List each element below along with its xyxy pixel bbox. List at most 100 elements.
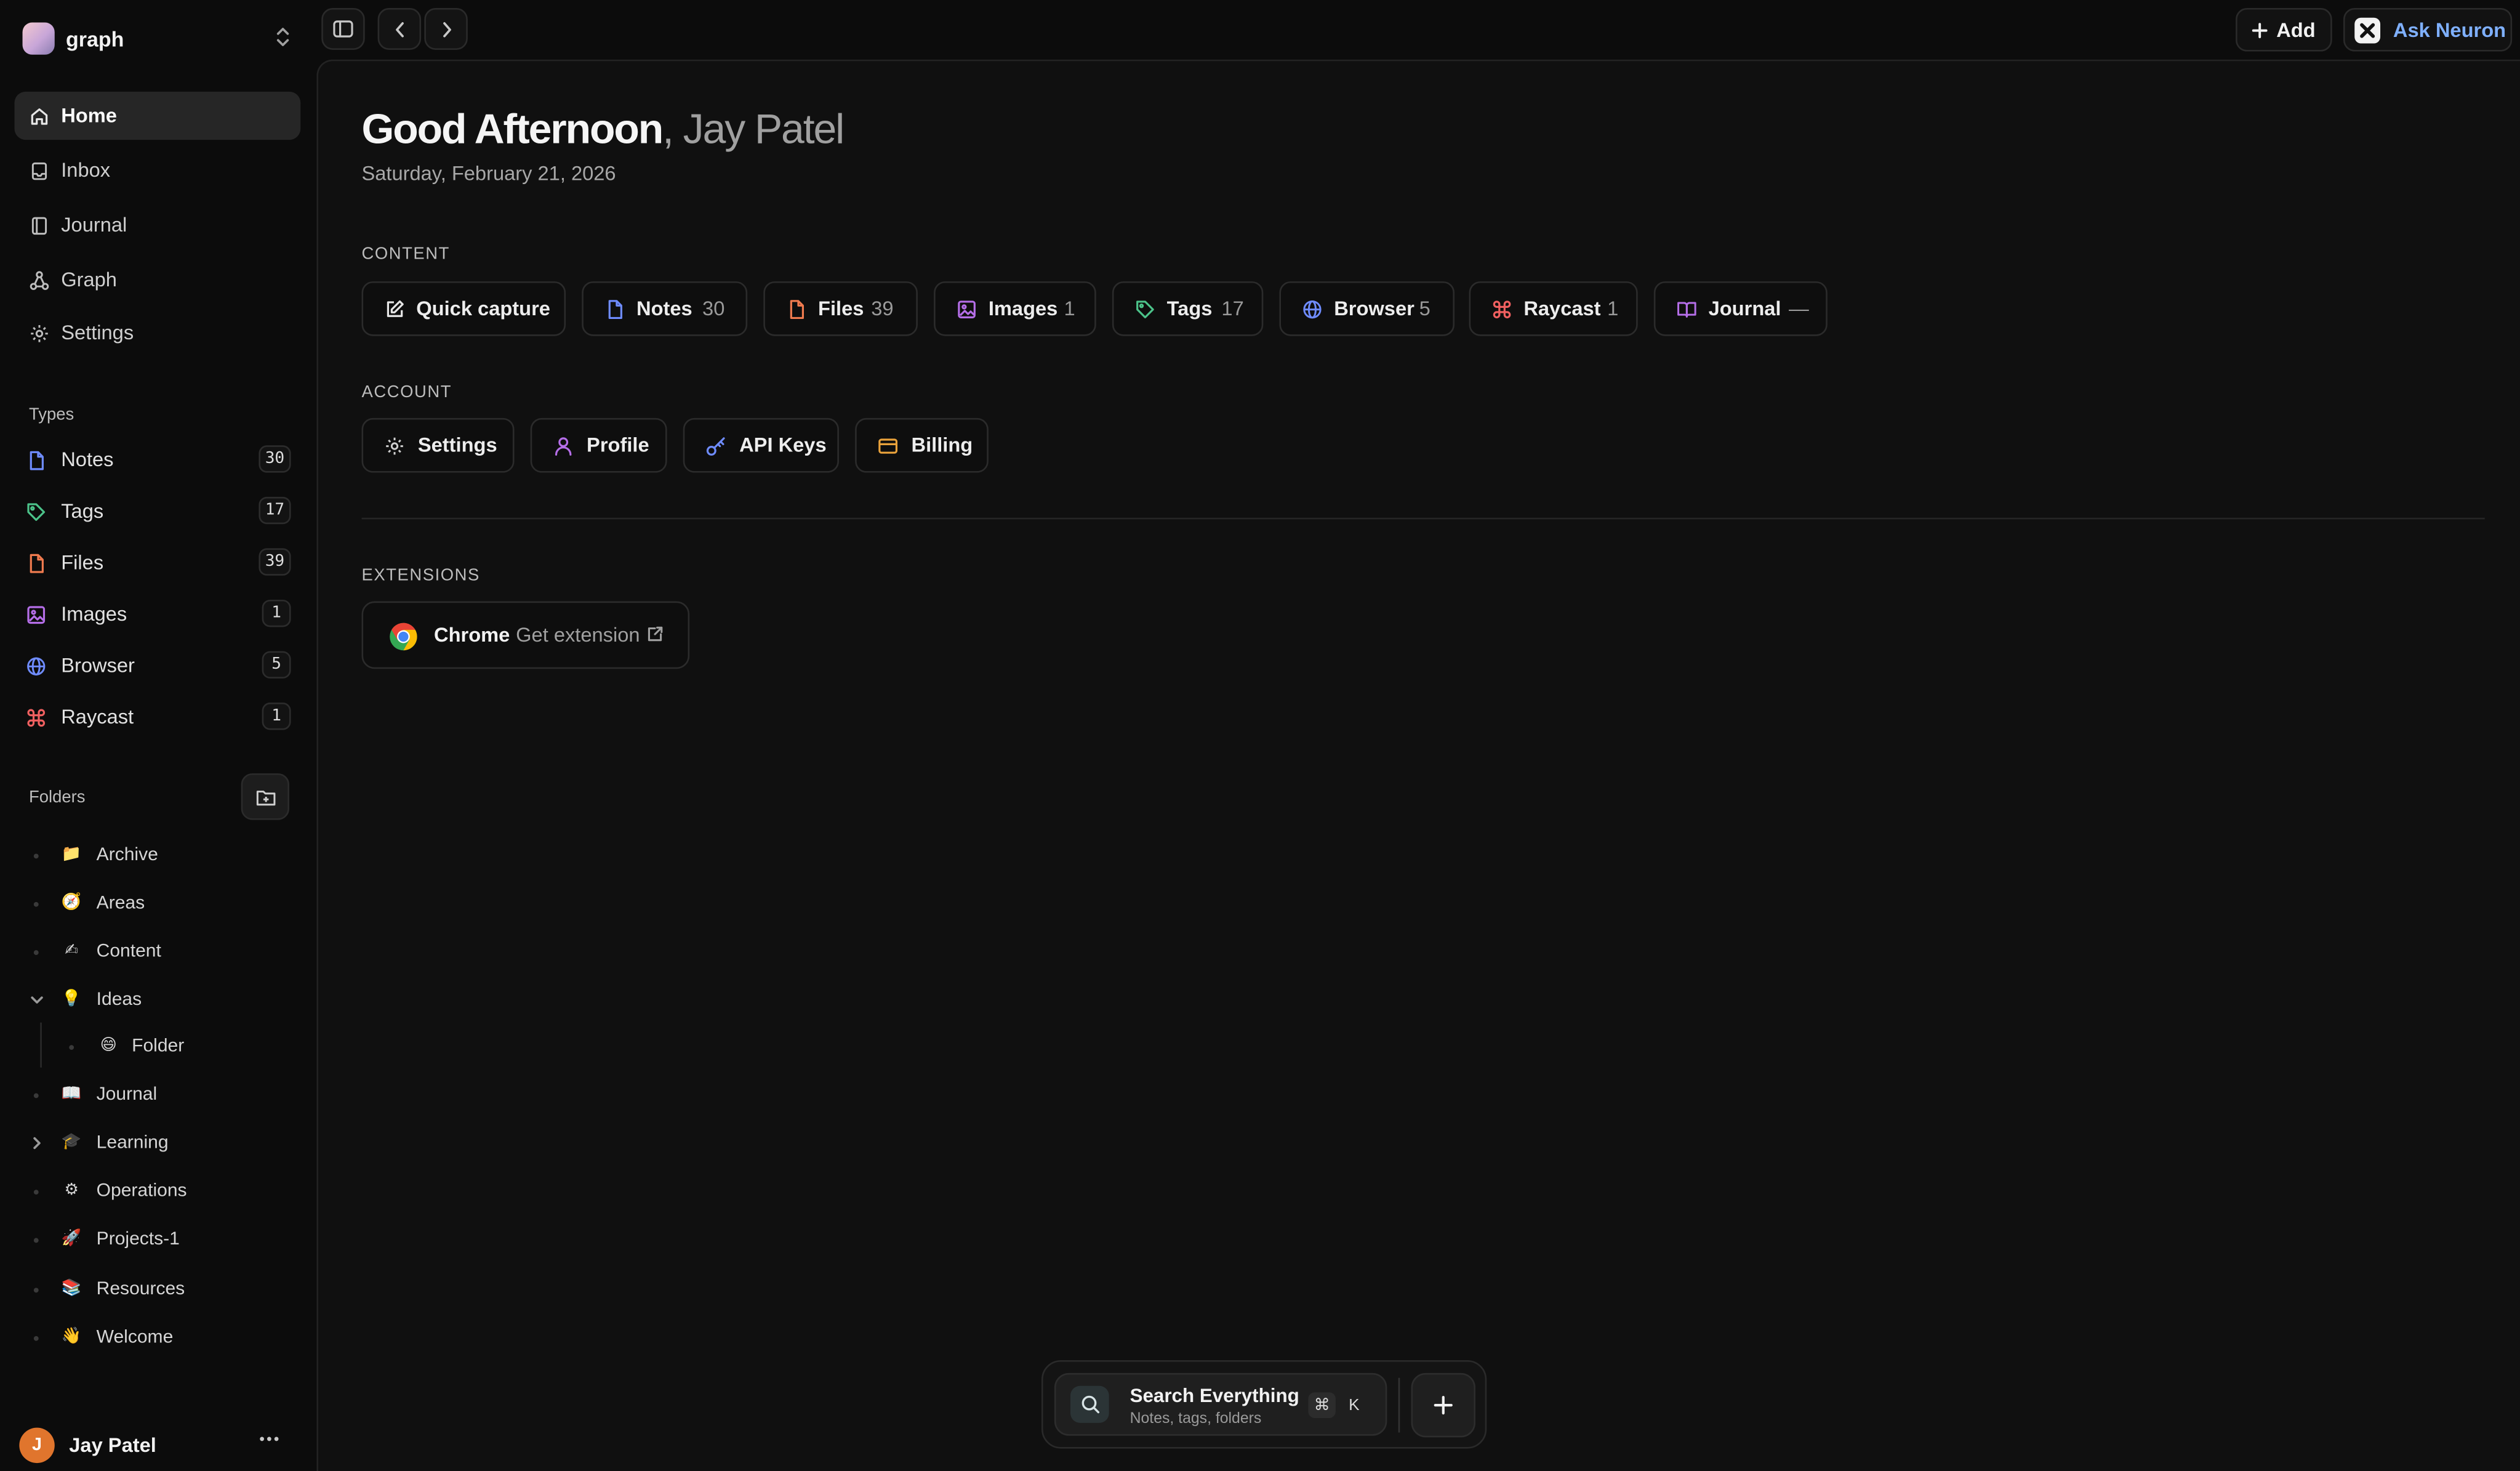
content-notes-button[interactable]: Notes 30 — [582, 281, 748, 336]
content-raycast-label: Raycast — [1523, 297, 1601, 320]
content-tags-button[interactable]: Tags 17 — [1112, 281, 1264, 336]
inbox-icon — [31, 161, 47, 179]
file-icon — [30, 553, 44, 573]
chevron-right-icon — [442, 21, 451, 37]
forward-button[interactable] — [424, 8, 468, 50]
content-browser-count: 5 — [1419, 297, 1431, 320]
user-menu[interactable]: J Jay Patel — [19, 1426, 292, 1465]
graduation-cap-emoji-icon: 🎓 — [61, 1133, 82, 1151]
type-files[interactable]: Files 39 — [14, 542, 291, 584]
folder-learning[interactable]: 🎓 Learning — [23, 1127, 296, 1159]
grinning-face-emoji-icon: 😄 — [100, 1037, 117, 1055]
compass-emoji-icon: 🧭 — [61, 893, 82, 912]
folder-resources[interactable]: 📚 Resources — [23, 1273, 296, 1305]
chevron-right-icon[interactable] — [29, 1135, 45, 1151]
tree-bullet — [33, 1288, 39, 1293]
type-raycast-label: Raycast — [61, 706, 134, 728]
tag-icon — [1136, 300, 1154, 318]
folder-journal[interactable]: 📖 Journal — [23, 1079, 296, 1111]
edit-icon — [387, 300, 404, 317]
content-notes-label: Notes — [636, 297, 692, 320]
folder-content[interactable]: ✍ Content — [23, 936, 296, 968]
folder-welcome[interactable]: 👋 Welcome — [23, 1321, 296, 1353]
get-extension-link[interactable]: Get extension — [516, 624, 640, 647]
folder-archive-label: Archive — [96, 845, 158, 865]
quick-capture-button[interactable]: Quick capture — [361, 281, 566, 336]
sidebar-toggle-icon — [333, 20, 353, 38]
user-icon — [555, 437, 572, 456]
type-tags-label: Tags — [61, 500, 104, 523]
add-button[interactable]: Add — [2236, 8, 2332, 52]
content-raycast-button[interactable]: Raycast 1 — [1469, 281, 1638, 336]
new-folder-button[interactable] — [241, 773, 289, 820]
account-api-keys-button[interactable]: API Keys — [683, 417, 839, 473]
ask-neuron-button[interactable]: Ask Neuron — [2343, 8, 2513, 52]
chrome-extension-card[interactable]: Chrome Get extension — [361, 601, 690, 669]
folder-areas-label: Areas — [96, 893, 145, 914]
content-browser-button[interactable]: Browser 5 — [1279, 281, 1455, 336]
note-icon — [608, 300, 622, 320]
extension-name: Chrome — [433, 624, 510, 647]
folder-ideas-label: Ideas — [96, 990, 142, 1010]
nav-settings-label: Settings — [61, 321, 134, 344]
search-icon — [1070, 1385, 1109, 1423]
nav-journal[interactable]: Journal — [14, 201, 300, 249]
folder-areas[interactable]: 🧭 Areas — [23, 887, 296, 919]
folder-projects-1-label: Projects-1 — [96, 1230, 180, 1249]
tag-icon — [27, 502, 46, 520]
folder-projects-1[interactable]: 🚀 Projects-1 — [23, 1223, 296, 1255]
folder-archive[interactable]: 📁 Archive — [23, 839, 296, 871]
external-link-icon — [648, 626, 663, 642]
type-raycast-count: 1 — [262, 703, 291, 730]
folder-resources-label: Resources — [96, 1280, 185, 1299]
nav-settings[interactable]: Settings — [14, 308, 300, 357]
chevron-down-icon[interactable] — [29, 992, 45, 1008]
open-book-icon — [1677, 302, 1696, 318]
tree-bullet — [33, 1238, 39, 1243]
graph-icon — [30, 270, 49, 289]
account-profile-label: Profile — [587, 433, 649, 457]
section-divider — [361, 517, 2485, 520]
quick-add-button[interactable] — [1411, 1372, 1475, 1438]
account-settings-button[interactable]: Settings — [361, 417, 515, 473]
main-panel: Good Afternoon, Jay Patel Saturday, Febr… — [316, 59, 2520, 1471]
light-bulb-emoji-icon: 💡 — [61, 990, 82, 1009]
globe-icon — [27, 656, 46, 675]
type-notes-count: 30 — [259, 445, 291, 473]
workspace-switcher[interactable]: graph — [22, 21, 293, 56]
content-tags-label: Tags — [1166, 297, 1213, 320]
chevron-up-down-icon — [276, 28, 289, 46]
content-images-count: 1 — [1064, 297, 1075, 320]
nav-home[interactable]: Home — [14, 91, 301, 140]
content-images-button[interactable]: Images 1 — [934, 281, 1096, 336]
content-files-button[interactable]: Files 39 — [763, 281, 918, 336]
open-book-emoji-icon: 📖 — [61, 1085, 82, 1103]
type-raycast[interactable]: Raycast 1 — [14, 696, 291, 738]
folder-ideas[interactable]: 💡 Ideas — [23, 984, 296, 1016]
type-images[interactable]: Images 1 — [14, 593, 291, 635]
folder-operations[interactable]: ⚙ Operations — [23, 1175, 296, 1207]
back-button[interactable] — [377, 8, 422, 50]
file-folder-emoji-icon: 📁 — [61, 845, 82, 864]
folder-ideas-folder[interactable]: 😄 Folder — [23, 1031, 296, 1063]
books-emoji-icon: 📚 — [61, 1280, 82, 1298]
shortcut-command-key: ⌘ — [1308, 1392, 1336, 1418]
nav-home-label: Home — [61, 104, 117, 127]
folder-ideas-folder-label: Folder — [132, 1037, 185, 1057]
search-everything-button[interactable]: Search Everything Notes, tags, folders ⌘… — [1054, 1372, 1387, 1436]
type-tags[interactable]: Tags 17 — [14, 490, 291, 532]
nav-graph[interactable]: Graph — [14, 256, 300, 304]
image-icon — [958, 300, 976, 318]
toggle-sidebar-button[interactable] — [321, 8, 365, 50]
type-notes[interactable]: Notes 30 — [14, 439, 291, 481]
content-journal-button[interactable]: Journal — — [1653, 281, 1828, 336]
account-profile-button[interactable]: Profile — [530, 417, 667, 473]
account-settings-label: Settings — [417, 433, 497, 457]
account-billing-button[interactable]: Billing — [855, 417, 989, 473]
gear-icon — [386, 437, 403, 455]
folder-content-label: Content — [96, 942, 161, 962]
type-browser[interactable]: Browser 5 — [14, 645, 291, 687]
plus-icon — [1434, 1395, 1453, 1415]
nav-inbox[interactable]: Inbox — [14, 147, 300, 195]
more-horizontal-icon[interactable] — [259, 1436, 279, 1442]
